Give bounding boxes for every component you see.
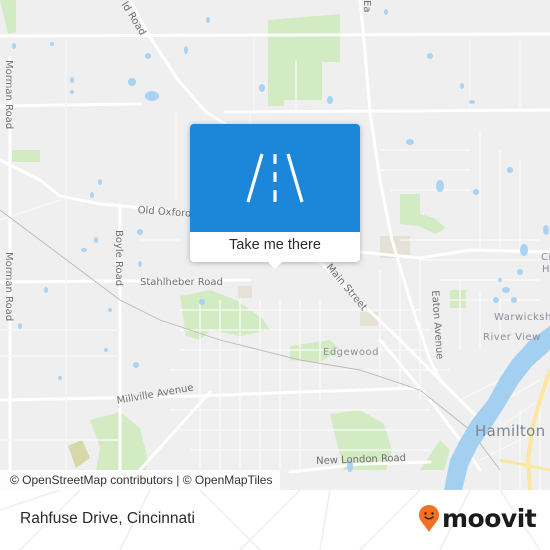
moovit-logo[interactable]: moovit: [418, 504, 537, 534]
road-label-morman-road-south: Morman Road: [3, 252, 14, 322]
moovit-pin-icon: [419, 505, 439, 532]
brand-wordmark: moovit: [442, 504, 537, 533]
highway-connector: [499, 458, 550, 472]
road-icon: [246, 153, 304, 203]
park-southeast: [420, 440, 450, 470]
map-view[interactable]: Morman Road Morman Road ld Road Old Oxfo…: [0, 0, 550, 490]
land-patch: [68, 440, 90, 468]
park-east: [400, 194, 446, 234]
road-north-east: [223, 108, 550, 114]
road-label-stahlheber-road: Stahlheber Road: [140, 277, 223, 288]
park-west: [12, 150, 40, 162]
place-label-hamilton: Hamilton: [475, 422, 546, 440]
place-label-partial-city-2: H: [542, 264, 550, 275]
popup-header: [190, 124, 360, 232]
place-label-warwickshire: Warwicksh: [494, 312, 550, 323]
park-stahlheber: [180, 290, 270, 340]
park-northwest: [0, 0, 16, 34]
road-top: [0, 32, 550, 38]
map-attribution[interactable]: © OpenStreetMap contributors | © OpenMap…: [0, 470, 281, 490]
old-oxford-road: [0, 158, 192, 214]
park-east-small: [450, 290, 466, 308]
road-label-morman-road-north: Morman Road: [3, 60, 14, 130]
road-label-boyle-road: Boyle Road: [113, 230, 124, 287]
place-label-partial-city: Ci: [541, 252, 550, 263]
take-me-there-button[interactable]: Take me there: [190, 232, 360, 262]
oxford-road: [128, 0, 227, 126]
footer-bar: Rahfuse Drive, Cincinnati moovit: [0, 490, 550, 550]
popup-pointer: [267, 261, 283, 269]
location-popup: Take me there: [190, 124, 360, 269]
road-label-eaton-avenue-top: Ea: [361, 0, 372, 13]
park-north: [268, 14, 340, 106]
place-label-river-view: River View: [483, 332, 541, 343]
place-label-edgewood: Edgewood: [323, 347, 379, 358]
location-name: Rahfuse Drive, Cincinnati: [20, 510, 195, 527]
road-nw: [0, 102, 142, 108]
